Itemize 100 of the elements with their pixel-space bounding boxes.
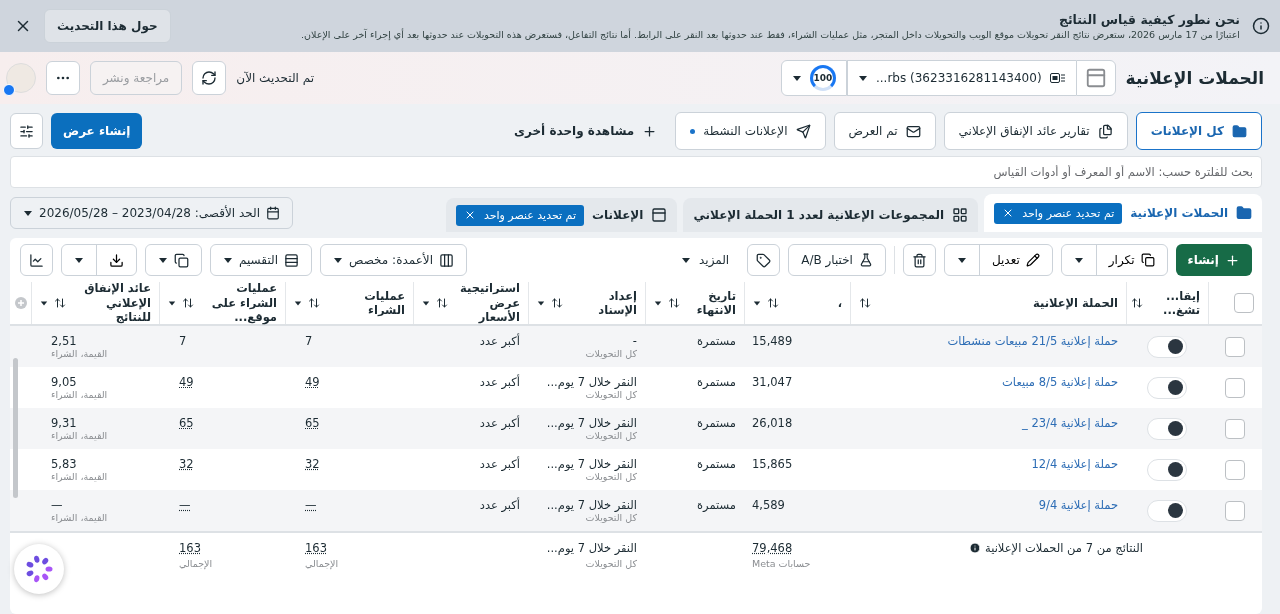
column-header[interactable]: الحملة الإعلانية <box>850 282 1126 324</box>
cell-subtext: القيمة، الشراء <box>51 348 108 359</box>
campaign-link[interactable]: حملة إعلانية 8/5 مبيعات <box>1002 375 1118 389</box>
column-header[interactable]: استراتيجية عرض الأسعار <box>413 282 528 324</box>
view-chip[interactable]: تم العرض <box>833 112 936 150</box>
table-cell: النقر خلال 7 يوم... <box>546 541 637 555</box>
caret-icon <box>223 255 233 265</box>
score-dropdown[interactable]: 100 <box>781 60 847 96</box>
table-cell: أكبر عدد <box>479 498 520 512</box>
create-view-button[interactable]: إنشاء عرض <box>51 113 143 149</box>
sort-icon[interactable] <box>668 297 680 309</box>
add-view-button[interactable]: مشاهدة واحدة أخرى <box>504 123 668 139</box>
on-off-toggle[interactable] <box>1147 335 1187 358</box>
ab-test-button[interactable]: اختبار A/B <box>788 244 886 276</box>
sort-icon[interactable] <box>308 297 320 309</box>
sort-icon[interactable] <box>54 297 66 309</box>
columns-dropdown[interactable]: الأعمدة: مخصص <box>320 244 467 276</box>
level-tab[interactable]: المجموعات الإعلانية لعدد 1 الحملة الإعلاني <box>683 198 979 232</box>
tag-icon <box>756 252 772 268</box>
table-cell: 31,047 <box>752 375 793 389</box>
table-cell: 65 <box>305 416 320 430</box>
search-field[interactable]: بحث للفلترة حسب: الاسم أو المعرف أو أدوات القياس <box>10 156 1262 188</box>
column-header[interactable]: إعداد الإسناد <box>528 282 645 324</box>
more-dropdown[interactable]: المزيد <box>671 253 740 267</box>
about-update-button[interactable]: حول هذا التحديث <box>44 9 171 43</box>
sort-icon[interactable] <box>1131 297 1143 309</box>
create-button[interactable]: إنشاء <box>1175 244 1252 276</box>
table-cell: 15,489 <box>752 334 793 348</box>
table-cell: 163 <box>179 541 201 555</box>
paper-plane-icon <box>795 123 811 139</box>
rows-icon <box>284 252 299 268</box>
selection-chip[interactable]: تم تحديد عنصر واحد <box>455 204 584 226</box>
window-button[interactable] <box>1075 60 1116 96</box>
cell-subtext: كل التحويلات <box>585 558 637 569</box>
column-header[interactable]: تاريخ الانتهاء <box>645 282 744 324</box>
date-range-dropdown[interactable]: الحد الأقصى: 2023/04/28 – 2026/05/28 <box>10 197 293 229</box>
view-chip[interactable]: كل الإعلانات <box>1135 112 1262 150</box>
sort-icon[interactable] <box>767 297 779 309</box>
view-chip[interactable]: الإعلانات النشطة <box>675 112 826 150</box>
caret-icon <box>537 299 545 307</box>
envelope-icon <box>905 123 921 139</box>
table-cell: مستمرة <box>697 375 736 389</box>
on-off-toggle[interactable] <box>1147 417 1187 440</box>
window-icon <box>651 207 668 223</box>
on-off-toggle[interactable] <box>1147 499 1187 522</box>
chart-button[interactable] <box>20 244 53 276</box>
reports-dropdown[interactable] <box>145 244 202 276</box>
row-checkbox[interactable] <box>1225 418 1245 439</box>
delete-button[interactable] <box>902 244 936 276</box>
level-tab[interactable]: الحملات الإعلانية تم تحديد عنصر واحد <box>984 194 1262 232</box>
table-cell: 49 <box>179 375 194 389</box>
table-cell: النقر خلال 7 يوم... <box>546 416 637 430</box>
refresh-button[interactable] <box>192 61 227 95</box>
pencil-icon <box>1025 253 1040 267</box>
row-checkbox[interactable] <box>1225 377 1245 398</box>
cell-subtext: القيمة، الشراء <box>51 389 108 400</box>
campaign-link[interactable]: حملة إعلانية 23/4 _ <box>1021 416 1118 430</box>
sort-icon[interactable] <box>182 297 194 309</box>
column-header[interactable]: عمليات الشراء على موقع... <box>159 282 285 324</box>
update-status: تم التحديث الآن <box>236 71 315 85</box>
row-checkbox[interactable] <box>1225 459 1245 480</box>
caret-icon <box>753 299 761 307</box>
campaign-link[interactable]: حملة إعلانية 21/5 مبيعات منشطات <box>947 334 1118 348</box>
selection-chip[interactable]: تم تحديد عنصر واحد <box>994 202 1123 224</box>
sort-icon[interactable] <box>551 297 563 309</box>
sort-icon[interactable] <box>859 297 871 309</box>
row-checkbox[interactable] <box>1225 336 1245 357</box>
table-cell: 49 <box>305 375 320 389</box>
table-cell: 32 <box>179 457 194 471</box>
column-header[interactable]: إيقا... تشغ... <box>1126 282 1208 324</box>
column-header[interactable]: عائد الإنفاق الإعلاني للنتائج <box>31 282 159 324</box>
folder-icon <box>1232 123 1247 139</box>
columns-icon <box>439 252 454 268</box>
sort-icon[interactable] <box>436 297 448 309</box>
column-header[interactable]: عمليات الشراء <box>285 282 413 324</box>
flask-icon <box>858 253 873 267</box>
plus-icon <box>1225 252 1240 268</box>
column-header[interactable]: ، <box>744 282 850 324</box>
tag-button[interactable] <box>747 244 781 276</box>
table-cell: 79,468 <box>752 541 793 555</box>
folder-icon <box>1236 205 1252 221</box>
chart-icon <box>29 252 44 268</box>
filter-settings-button[interactable] <box>10 113 43 149</box>
campaign-link[interactable]: حملة إعلانية 12/4 <box>1031 457 1118 471</box>
vertical-scrollbar[interactable] <box>13 358 18 498</box>
table-cell: 15,865 <box>752 457 793 471</box>
level-tab[interactable]: الإعلانات تم تحديد عنصر واحد <box>445 198 678 232</box>
table-cell: 2,51 <box>51 334 77 348</box>
view-chip[interactable]: تقارير عائد الإنفاق الإعلاني <box>943 112 1128 150</box>
table-cell: — <box>305 498 317 512</box>
account-avatar[interactable] <box>6 63 36 93</box>
account-dropdown[interactable]: ...rbs (3623316281143400) <box>847 60 1076 96</box>
on-off-toggle[interactable] <box>1147 458 1187 481</box>
campaign-link[interactable]: حملة إعلانية 9/4 <box>1038 498 1118 512</box>
row-checkbox[interactable] <box>1225 500 1245 521</box>
select-all-checkbox[interactable] <box>1234 293 1254 313</box>
on-off-toggle[interactable] <box>1147 376 1187 399</box>
cell-subtext: كل التحويلات <box>585 471 637 482</box>
cell-subtext: الإجمالي <box>179 558 213 569</box>
breakdown-dropdown[interactable]: التقسيم <box>210 244 312 276</box>
